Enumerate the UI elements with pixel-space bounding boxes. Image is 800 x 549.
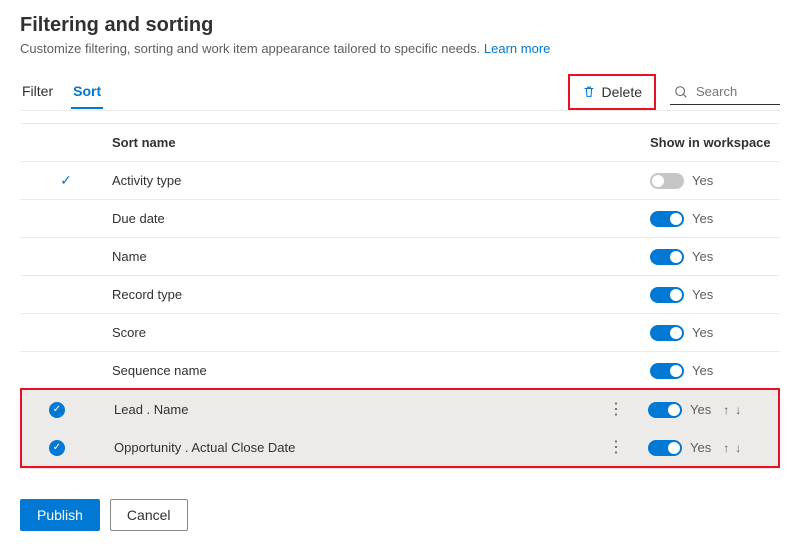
table-row[interactable]: Score Yes	[20, 313, 780, 351]
footer: Publish Cancel	[20, 499, 780, 531]
toggle-show[interactable]	[648, 402, 682, 418]
row-name: Activity type	[90, 173, 610, 188]
table-row[interactable]: ✓ Lead . Name ⋮ Yes ↑ ↓	[22, 390, 778, 428]
toggle-label: Yes	[690, 440, 711, 455]
table-row[interactable]: ✓ Activity type Yes	[20, 161, 780, 199]
publish-button[interactable]: Publish	[20, 499, 100, 531]
toggle-label: Yes	[692, 249, 713, 264]
kebab-icon[interactable]: ⋮	[608, 401, 624, 418]
toggle-show[interactable]	[650, 173, 684, 189]
kebab-icon[interactable]: ⋮	[608, 439, 624, 456]
search-icon	[674, 85, 688, 99]
tab-sort[interactable]: Sort	[71, 75, 103, 109]
table-row[interactable]: Due date Yes	[20, 199, 780, 237]
highlight-selected-rows: ✓ Lead . Name ⋮ Yes ↑ ↓ ✓ Opportunity . …	[20, 388, 780, 468]
table-row[interactable]: Sequence name Yes	[20, 351, 780, 389]
toggle-show[interactable]	[650, 211, 684, 227]
tab-bar: Filter Sort Delete	[20, 74, 780, 111]
selected-check-icon[interactable]: ✓	[49, 440, 65, 456]
page-root: Filtering and sorting Customize filterin…	[0, 0, 800, 549]
move-up-icon[interactable]: ↑	[723, 441, 729, 455]
table-row[interactable]: Name Yes	[20, 237, 780, 275]
selected-check-icon[interactable]: ✓	[49, 402, 65, 418]
row-name: Sequence name	[90, 363, 610, 378]
highlight-delete: Delete	[568, 74, 656, 110]
col-show-workspace: Show in workspace	[650, 135, 780, 150]
delete-label: Delete	[602, 84, 642, 100]
row-name: Name	[90, 249, 610, 264]
toggle-show[interactable]	[650, 325, 684, 341]
toggle-show[interactable]	[650, 249, 684, 265]
checkmark-icon: ✓	[38, 172, 72, 189]
row-name: Score	[90, 325, 610, 340]
toggle-show[interactable]	[648, 440, 682, 456]
sort-table: Sort name Show in workspace ✓ Activity t…	[20, 123, 780, 469]
page-subtitle: Customize filtering, sorting and work it…	[20, 41, 780, 56]
toggle-label: Yes	[692, 325, 713, 340]
table-row[interactable]: ✓ Opportunity . Actual Close Date ⋮ Yes …	[22, 428, 778, 466]
row-name: Opportunity . Actual Close Date	[92, 440, 608, 455]
trash-icon	[582, 85, 596, 99]
col-sort-name: Sort name	[90, 135, 610, 150]
move-up-icon[interactable]: ↑	[723, 403, 729, 417]
row-name: Record type	[90, 287, 610, 302]
toggle-show[interactable]	[650, 287, 684, 303]
row-name: Due date	[90, 211, 610, 226]
toggle-show[interactable]	[650, 363, 684, 379]
cancel-button[interactable]: Cancel	[110, 499, 188, 531]
subtitle-text: Customize filtering, sorting and work it…	[20, 41, 484, 56]
move-down-icon[interactable]: ↓	[735, 403, 741, 417]
table-header: Sort name Show in workspace	[20, 123, 780, 161]
tab-filter[interactable]: Filter	[20, 75, 55, 109]
toggle-label: Yes	[690, 402, 711, 417]
search-input[interactable]	[694, 83, 772, 100]
move-down-icon[interactable]: ↓	[735, 441, 741, 455]
delete-button[interactable]: Delete	[572, 78, 652, 106]
toggle-label: Yes	[692, 363, 713, 378]
search-field[interactable]	[670, 79, 780, 105]
toggle-label: Yes	[692, 211, 713, 226]
table-row[interactable]: Record type Yes	[20, 275, 780, 313]
page-title: Filtering and sorting	[20, 14, 780, 37]
row-name: Lead . Name	[92, 402, 608, 417]
toggle-label: Yes	[692, 287, 713, 302]
learn-more-link[interactable]: Learn more	[484, 41, 550, 56]
toggle-label: Yes	[692, 173, 713, 188]
toolbar: Delete	[568, 74, 780, 110]
